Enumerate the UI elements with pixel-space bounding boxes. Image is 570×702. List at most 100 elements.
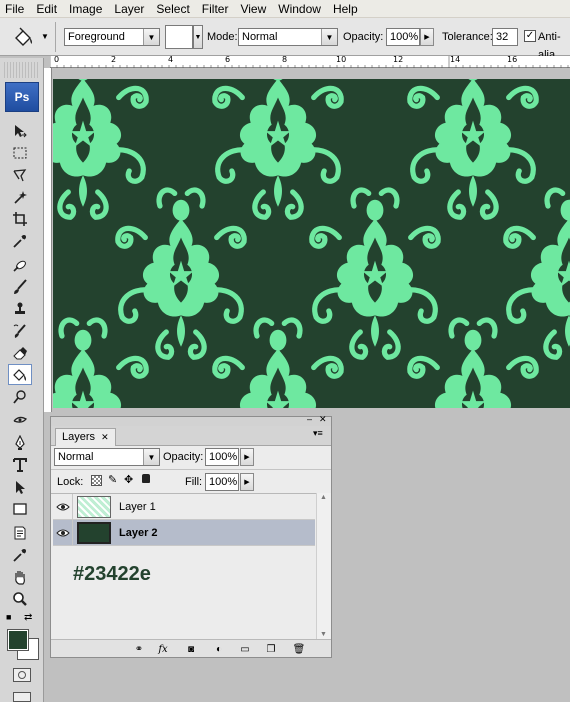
- pen-tool[interactable]: [8, 432, 32, 453]
- lock-position-icon[interactable]: ✥: [124, 473, 133, 486]
- clone-stamp-tool[interactable]: [8, 298, 32, 319]
- panel-titlebar[interactable]: – ✕: [51, 414, 331, 426]
- type-tool[interactable]: [8, 454, 32, 475]
- menu-file[interactable]: File: [0, 0, 31, 18]
- default-colors-icon[interactable]: ■: [6, 612, 18, 622]
- blend-mode-value: Normal: [58, 451, 94, 463]
- tool-preset-picker[interactable]: [12, 26, 36, 48]
- chevron-down-icon: ▼: [143, 449, 159, 465]
- smudge-tool[interactable]: [8, 408, 32, 429]
- path-selection-tool[interactable]: [8, 476, 32, 497]
- close-icon[interactable]: ✕: [319, 414, 327, 425]
- fill-value: 100%: [209, 476, 238, 488]
- hand-tool[interactable]: [8, 566, 32, 587]
- link-layers-icon[interactable]: ⚭: [131, 642, 147, 656]
- move-tool[interactable]: [8, 120, 32, 141]
- eyedropper-icon: [13, 234, 26, 248]
- menu-window[interactable]: Window: [273, 0, 328, 18]
- layers-scrollbar[interactable]: ▲ ▼: [316, 493, 331, 639]
- lock-all-icon[interactable]: [142, 474, 150, 483]
- layer-style-icon[interactable]: fx: [155, 642, 171, 656]
- paint-bucket-tool[interactable]: [8, 364, 32, 385]
- rectangle-tool[interactable]: [8, 498, 32, 519]
- layer-2-thumbnail: [77, 521, 111, 544]
- menu-edit[interactable]: Edit: [31, 0, 64, 18]
- paint-bucket-icon: [13, 368, 26, 381]
- move-icon: [15, 124, 27, 137]
- marquee-tool[interactable]: [8, 142, 32, 163]
- scroll-down-icon[interactable]: ▼: [320, 631, 327, 638]
- menu-filter[interactable]: Filter: [197, 0, 236, 18]
- adjustment-layer-icon[interactable]: ◐: [211, 642, 227, 656]
- mode-select[interactable]: Normal ▼: [238, 28, 338, 46]
- mode-value: Normal: [242, 31, 278, 43]
- lock-transparent-icon[interactable]: [91, 475, 102, 486]
- chevron-down-icon[interactable]: ▼: [41, 32, 49, 41]
- layer-opacity-input[interactable]: 100%: [205, 448, 239, 466]
- pattern-picker[interactable]: [165, 25, 193, 49]
- menu-image[interactable]: Image: [64, 0, 109, 18]
- menu-view[interactable]: View: [235, 0, 273, 18]
- eyedropper-tool[interactable]: [8, 230, 32, 251]
- toolbox-grip[interactable]: [4, 62, 40, 78]
- options-bar: ▼ Foreground ▼ ▼ Mode: Normal ▼ Opacity:…: [0, 18, 570, 61]
- layer-name[interactable]: Layer 1: [119, 501, 156, 513]
- screen-mode-button[interactable]: [13, 692, 31, 702]
- menu-layer[interactable]: Layer: [109, 0, 151, 18]
- opacity-input[interactable]: 100%: [386, 28, 420, 46]
- layer-opacity-slider-button[interactable]: ▶: [240, 448, 254, 466]
- add-mask-icon[interactable]: ◙: [183, 642, 199, 656]
- layers-panel-footer: ⚭ fx ◙ ◐ ▭ ❐ 🗑: [51, 639, 331, 657]
- healing-brush-tool[interactable]: [8, 254, 32, 275]
- magic-wand-tool[interactable]: [8, 186, 32, 207]
- menu-select[interactable]: Select: [151, 0, 196, 18]
- fill-source-select[interactable]: Foreground ▼: [64, 28, 160, 46]
- foreground-color-swatch[interactable]: [7, 629, 29, 651]
- opacity-slider-button[interactable]: ▶: [420, 28, 434, 46]
- zoom-tool[interactable]: [8, 588, 32, 609]
- crop-icon: [13, 211, 27, 226]
- visibility-eye-icon[interactable]: [53, 519, 73, 546]
- crop-tool[interactable]: [8, 208, 32, 229]
- document-canvas[interactable]: .mf{fill:#6ee8a0} .mb{fill:#23422e} .ms{…: [53, 79, 570, 408]
- photoshop-logo[interactable]: Ps: [5, 82, 39, 112]
- chevron-down-icon: ▼: [321, 29, 337, 45]
- clone-stamp-icon: [15, 302, 25, 314]
- tab-layers[interactable]: Layers ✕: [55, 428, 116, 446]
- history-brush-tool[interactable]: [8, 320, 32, 341]
- notes-tool[interactable]: [8, 522, 32, 543]
- brush-tool[interactable]: [8, 276, 32, 297]
- eye-icon: [55, 503, 70, 510]
- new-layer-icon[interactable]: ❐: [263, 642, 279, 656]
- delete-layer-icon[interactable]: 🗑: [291, 642, 307, 656]
- menu-help[interactable]: Help: [328, 0, 365, 18]
- brush-icon: [14, 278, 27, 294]
- layer-name[interactable]: Layer 2: [119, 527, 158, 539]
- swap-colors-icon[interactable]: ⇄: [24, 612, 36, 623]
- new-group-icon[interactable]: ▭: [237, 642, 253, 656]
- eraser-tool[interactable]: [8, 342, 32, 363]
- fill-input[interactable]: 100%: [205, 473, 239, 491]
- eraser-icon: [13, 346, 27, 359]
- fill-slider-button[interactable]: ▶: [240, 473, 254, 491]
- horizontal-ruler: 0 2 4 6 8 10 12 14 16: [50, 55, 570, 68]
- panel-menu-icon[interactable]: ▾≡: [313, 428, 323, 439]
- chevron-down-icon[interactable]: ▼: [193, 25, 203, 49]
- layer-row-layer-1[interactable]: Layer 1: [53, 493, 315, 520]
- scroll-up-icon[interactable]: ▲: [320, 494, 327, 501]
- close-icon[interactable]: ✕: [101, 432, 109, 442]
- quick-mask-icon: [18, 671, 26, 679]
- tolerance-input[interactable]: 32: [492, 28, 518, 46]
- layer-row-layer-2[interactable]: Layer 2: [53, 519, 315, 546]
- antialias-checkbox[interactable]: ✓: [524, 30, 536, 42]
- quick-mask-button[interactable]: [13, 668, 31, 682]
- lasso-tool[interactable]: [8, 164, 32, 185]
- minimize-icon[interactable]: –: [307, 414, 312, 424]
- opacity-label: Opacity:: [343, 31, 384, 43]
- blend-mode-select[interactable]: Normal ▼: [54, 448, 160, 466]
- eyedropper-sample-tool[interactable]: [8, 544, 32, 565]
- dodge-tool[interactable]: [8, 386, 32, 407]
- lock-pixels-icon[interactable]: ✎: [108, 473, 117, 486]
- visibility-eye-icon[interactable]: [53, 493, 73, 520]
- eye-icon: [55, 529, 70, 536]
